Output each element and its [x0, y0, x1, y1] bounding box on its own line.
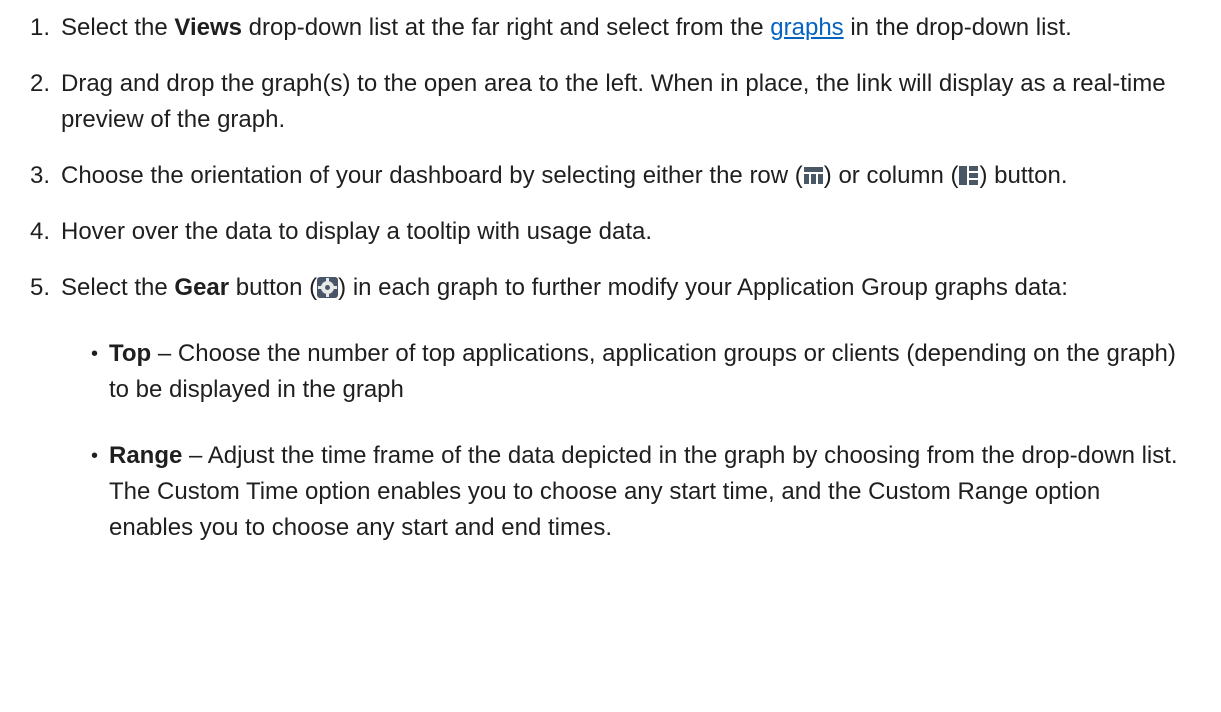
option-text: – Adjust the time frame of the data depi… — [109, 442, 1178, 541]
step-text: Select the — [61, 274, 175, 301]
gear-icon — [317, 277, 339, 298]
step-text: ) button. — [979, 162, 1068, 189]
document-body: 1. Select the Views drop-down list at th… — [0, 0, 1221, 712]
step-2: 2. Drag and drop the graph(s) to the ope… — [30, 66, 1181, 138]
step-number: 4. — [30, 218, 51, 245]
step-text: Hover over the data to display a tooltip… — [61, 218, 653, 245]
option-top: • Top – Choose the number of top applica… — [61, 336, 1181, 408]
bullet: • — [91, 343, 99, 365]
step-term-gear: Gear — [174, 274, 230, 301]
step-text: ) or column ( — [823, 162, 959, 189]
row-layout-icon — [802, 165, 824, 186]
step-text: Select the — [61, 14, 175, 41]
step-text: button ( — [229, 274, 318, 301]
step-number: 3. — [30, 162, 51, 189]
step-text: drop-down list at the far right and sele… — [242, 14, 771, 41]
option-text: – Choose the number of top applications,… — [109, 340, 1176, 403]
option-term: Top — [109, 340, 152, 367]
option-range: • Range – Adjust the time frame of the d… — [61, 438, 1181, 546]
gear-options-list: • Top – Choose the number of top applica… — [61, 336, 1181, 546]
steps-list: 1. Select the Views drop-down list at th… — [30, 10, 1181, 546]
option-term: Range — [109, 442, 183, 469]
bullet: • — [91, 445, 99, 467]
step-text: Drag and drop the graph(s) to the open a… — [61, 70, 1166, 133]
step-number: 2. — [30, 70, 51, 97]
step-text: in the drop-down list. — [843, 14, 1072, 41]
step-5: 5. Select the Gear button ( ) in each gra… — [30, 270, 1181, 546]
step-1: 1. Select the Views drop-down list at th… — [30, 10, 1181, 46]
step-text: ) in each graph to further modify your A… — [338, 274, 1068, 301]
step-term-views: Views — [174, 14, 243, 41]
step-number: 1. — [30, 14, 51, 41]
step-3: 3. Choose the orientation of your dashbo… — [30, 158, 1181, 194]
step-number: 5. — [30, 274, 51, 301]
step-4: 4. Hover over the data to display a tool… — [30, 214, 1181, 250]
column-layout-icon — [958, 165, 979, 186]
step-text: Choose the orientation of your dashboard… — [61, 162, 803, 189]
graphs-link[interactable]: graphs — [770, 14, 843, 41]
